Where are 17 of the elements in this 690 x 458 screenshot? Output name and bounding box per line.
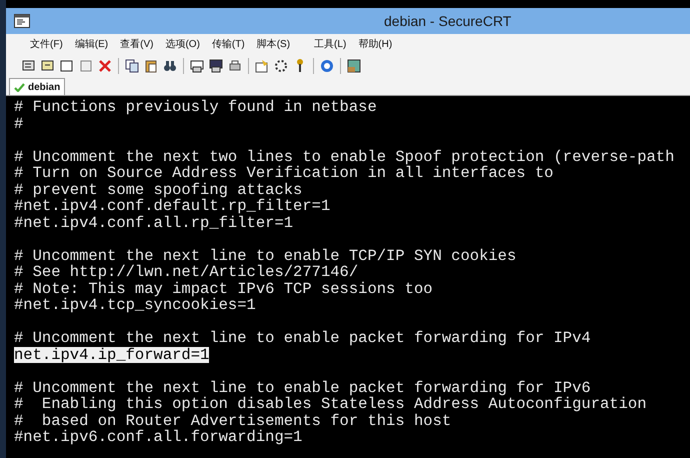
menu-item[interactable]: 脚本(S)	[256, 36, 290, 52]
menu-item[interactable]: 帮助(H)	[358, 36, 392, 52]
menu-item[interactable]: 查看(V)	[120, 36, 154, 52]
menu-item[interactable]: 选项(O)	[165, 36, 200, 52]
print-screen-icon[interactable]	[207, 57, 225, 75]
copy-icon[interactable]	[123, 57, 141, 75]
menu-item[interactable]: 工具(L)	[314, 36, 346, 52]
app-icon	[14, 14, 30, 28]
check-icon	[14, 82, 25, 92]
menu-item[interactable]: 编辑(E)	[74, 36, 108, 52]
settings-icon[interactable]	[272, 57, 290, 75]
window-title: debian - SecureCRT	[384, 12, 512, 30]
session-tab[interactable]: debian	[9, 78, 66, 95]
help-icon[interactable]	[318, 57, 336, 75]
menu-item[interactable]: 文件(F)	[30, 36, 63, 52]
map-icon[interactable]	[345, 57, 363, 75]
menu-item[interactable]: 传输(T)	[212, 36, 245, 52]
